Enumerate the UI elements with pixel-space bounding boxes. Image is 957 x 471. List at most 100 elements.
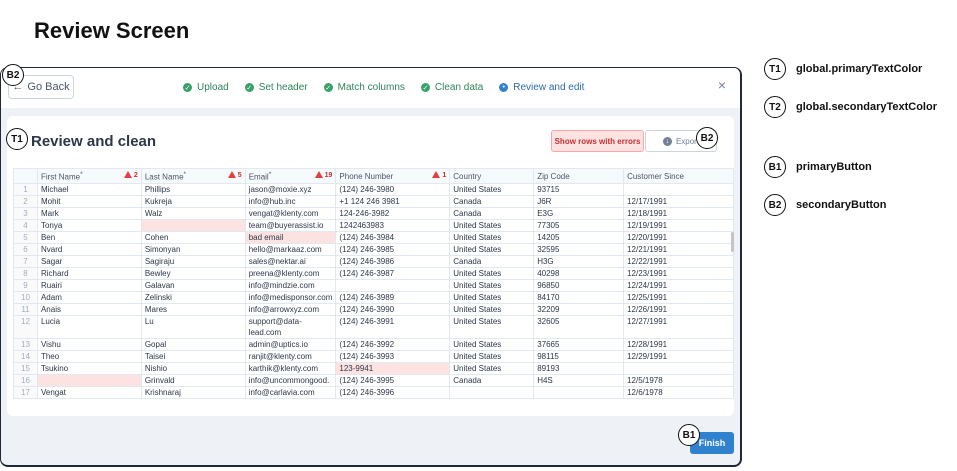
table-cell[interactable] xyxy=(140,219,246,232)
table-cell[interactable]: United States xyxy=(449,315,535,339)
table-cell[interactable]: Ruairi xyxy=(36,279,142,292)
table-cell[interactable]: Lu xyxy=(140,315,246,339)
column-header[interactable]: Country xyxy=(449,168,535,184)
table-cell[interactable]: info@arrowxyz.com xyxy=(244,303,337,316)
table-cell[interactable]: (124) 246-3990 xyxy=(335,303,451,316)
table-cell[interactable]: 12/20/1991 xyxy=(623,231,734,244)
table-cell[interactable]: Cohen xyxy=(140,231,246,244)
table-cell[interactable]: team@buyerassist.io xyxy=(244,219,337,232)
table-cell[interactable]: 1242463983 xyxy=(335,219,451,232)
table-cell[interactable]: (124) 246-3986 xyxy=(335,255,451,268)
table-cell[interactable]: 37665 xyxy=(533,338,625,351)
table-cell[interactable]: 12/22/1991 xyxy=(623,255,734,268)
table-cell[interactable]: (124) 246-3989 xyxy=(335,291,451,304)
table-cell[interactable]: +1 124 246 3981 xyxy=(335,195,451,208)
table-cell[interactable]: Sagar xyxy=(36,255,142,268)
table-cell[interactable]: Grinvald xyxy=(140,374,246,387)
table-cell[interactable]: Vishu xyxy=(36,338,142,351)
table-cell[interactable]: Theo xyxy=(36,350,142,363)
column-header[interactable]: Zip Code xyxy=(533,168,625,184)
table-cell[interactable]: Bewley xyxy=(140,267,246,280)
table-cell[interactable]: 77305 xyxy=(533,219,625,232)
table-cell[interactable]: 12/5/1978 xyxy=(623,374,734,387)
table-cell[interactable]: bad email xyxy=(244,231,337,244)
table-cell[interactable]: (124) 246-3984 xyxy=(335,231,451,244)
table-cell[interactable]: Tsukino xyxy=(36,362,142,375)
table-cell[interactable]: 32595 xyxy=(533,243,625,256)
table-cell[interactable]: 32605 xyxy=(533,315,625,339)
column-header[interactable]: Last Name* 5 xyxy=(140,168,246,184)
table-cell[interactable]: 12/6/1978 xyxy=(623,386,734,399)
table-cell[interactable]: United States xyxy=(449,243,535,256)
table-cell[interactable]: H4S xyxy=(533,374,625,387)
close-icon[interactable]: × xyxy=(718,77,726,93)
table-cell[interactable]: United States xyxy=(449,231,535,244)
table-cell[interactable]: Mohit xyxy=(36,195,142,208)
table-cell[interactable]: Michael xyxy=(36,183,142,196)
table-cell[interactable]: 40298 xyxy=(533,267,625,280)
table-cell[interactable]: 12/19/1991 xyxy=(623,219,734,232)
table-cell[interactable] xyxy=(623,362,734,375)
table-cell[interactable]: 14205 xyxy=(533,231,625,244)
table-cell[interactable]: Adam xyxy=(36,291,142,304)
table-cell[interactable]: Taisei xyxy=(140,350,246,363)
column-header[interactable]: First Name* 2 xyxy=(36,168,142,184)
table-cell[interactable]: 12/25/1991 xyxy=(623,291,734,304)
table-cell[interactable]: Phillips xyxy=(140,183,246,196)
table-cell[interactable]: Ben xyxy=(36,231,142,244)
table-cell[interactable]: 32209 xyxy=(533,303,625,316)
table-cell[interactable]: Canada xyxy=(449,207,535,220)
table-cell[interactable]: support@data-lead.com xyxy=(244,315,337,339)
table-cell[interactable]: J6R xyxy=(533,195,625,208)
table-cell[interactable]: (124) 246-3991 xyxy=(335,315,451,339)
table-cell[interactable] xyxy=(335,279,451,292)
table-cell[interactable] xyxy=(623,183,734,196)
table-cell[interactable]: Galavan xyxy=(140,279,246,292)
table-cell[interactable]: (124) 246-3985 xyxy=(335,243,451,256)
table-cell[interactable]: Walz xyxy=(140,207,246,220)
vertical-scrollbar[interactable] xyxy=(731,232,734,252)
column-header[interactable]: Customer Since xyxy=(623,168,734,184)
table-cell[interactable]: United States xyxy=(449,362,535,375)
column-header[interactable]: Email* 19 xyxy=(244,168,337,184)
table-cell[interactable]: United States xyxy=(449,183,535,196)
table-cell[interactable]: sales@nektar.ai xyxy=(244,255,337,268)
table-cell[interactable]: jason@moxie.xyz xyxy=(244,183,337,196)
table-cell[interactable]: karthik@klenty.com xyxy=(244,362,337,375)
table-cell[interactable]: United States xyxy=(449,338,535,351)
table-cell[interactable]: 12/26/1991 xyxy=(623,303,734,316)
table-cell[interactable]: 124-246-3982 xyxy=(335,207,451,220)
table-cell[interactable]: vengat@klenty.com xyxy=(244,207,337,220)
table-cell[interactable]: hello@markaaz.com xyxy=(244,243,337,256)
table-cell[interactable]: (124) 246-3993 xyxy=(335,350,451,363)
table-cell[interactable]: info@uncommongood. xyxy=(244,374,337,387)
table-cell[interactable]: United States xyxy=(449,350,535,363)
table-cell[interactable]: info@carlavia.com xyxy=(244,386,337,399)
table-cell[interactable] xyxy=(449,386,535,399)
table-cell[interactable]: 12/21/1991 xyxy=(623,243,734,256)
table-cell[interactable]: 12/18/1991 xyxy=(623,207,734,220)
table-cell[interactable]: (124) 246-3996 xyxy=(335,386,451,399)
table-cell[interactable]: info@mindzie.com xyxy=(244,279,337,292)
table-cell[interactable]: Lucia xyxy=(36,315,142,339)
table-cell[interactable]: Anais xyxy=(36,303,142,316)
table-cell[interactable]: 93715 xyxy=(533,183,625,196)
table-cell[interactable]: Richard xyxy=(36,267,142,280)
table-cell[interactable]: 84170 xyxy=(533,291,625,304)
table-cell[interactable]: H3G xyxy=(533,255,625,268)
table-cell[interactable]: 12/27/1991 xyxy=(623,315,734,339)
table-cell[interactable]: Kukreja xyxy=(140,195,246,208)
table-cell[interactable] xyxy=(36,374,142,387)
table-cell[interactable]: Mares xyxy=(140,303,246,316)
table-cell[interactable]: 12/17/1991 xyxy=(623,195,734,208)
column-header[interactable]: Phone Number 1 xyxy=(335,168,451,184)
table-cell[interactable]: Gopal xyxy=(140,338,246,351)
column-header[interactable] xyxy=(13,168,38,184)
table-cell[interactable]: 12/29/1991 xyxy=(623,350,734,363)
table-cell[interactable]: United States xyxy=(449,279,535,292)
table-cell[interactable]: 12/28/1991 xyxy=(623,338,734,351)
show-rows-with-errors-button[interactable]: Show rows with errors xyxy=(551,130,644,152)
table-cell[interactable]: preena@klenty.com xyxy=(244,267,337,280)
table-cell[interactable]: info@medisponsor.com xyxy=(244,291,337,304)
table-cell[interactable]: Canada xyxy=(449,255,535,268)
